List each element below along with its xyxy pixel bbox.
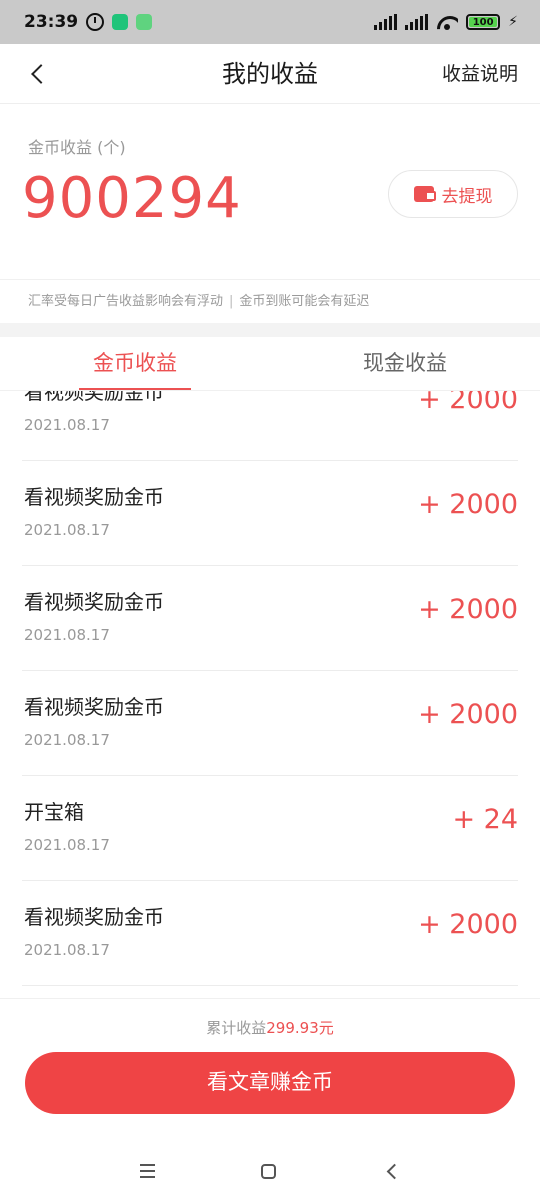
record-title: 看视频奖励金币: [24, 695, 164, 719]
chevron-left-icon: [31, 64, 51, 84]
earnings-list-content: 看视频奖励金币 2021.08.17 + 2000 看视频奖励金币 2021.0…: [0, 391, 540, 986]
record-title: 看视频奖励金币: [24, 905, 164, 929]
list-item: 看视频奖励金币 2021.08.17 + 2000: [22, 391, 518, 461]
record-title: 看视频奖励金币: [24, 391, 164, 404]
battery-icon: 100: [466, 14, 501, 30]
menu-icon[interactable]: [132, 1156, 162, 1186]
notice-left: 汇率受每日广告收益影响会有浮动: [28, 294, 224, 309]
notice-separator: |: [229, 294, 234, 309]
record-date: 2021.08.17: [24, 731, 110, 749]
status-left: 23:39: [24, 12, 153, 32]
list-item: 看视频奖励金币 2021.08.17 + 2000: [22, 566, 518, 671]
notice-right: 金币到账可能会有延迟: [239, 294, 370, 309]
status-time: 23:39: [24, 12, 79, 32]
record-title: 开宝箱: [24, 800, 84, 824]
status-bar: 23:39 100 ⚡: [0, 0, 540, 44]
list-item: 看视频奖励金币 2021.08.17 + 2000: [22, 671, 518, 776]
tab-cash-earnings[interactable]: 现金收益: [270, 337, 540, 390]
record-amount: + 2000: [418, 909, 518, 940]
footer: 累计收益299.93元 看文章赚金币: [0, 998, 540, 1138]
record-amount: + 24: [452, 804, 518, 835]
record-date: 2021.08.17: [24, 836, 110, 854]
list-item: 开宝箱 2021.08.17 + 24: [22, 776, 518, 881]
app-header: 我的收益 收益说明: [0, 44, 540, 104]
alarm-icon: [86, 13, 105, 31]
signal-hd-icon: [405, 14, 429, 30]
exchange-notice: 汇率受每日广告收益影响会有浮动 | 金币到账可能会有延迟: [0, 279, 540, 323]
coin-earnings-value: 900294: [22, 166, 242, 231]
withdraw-button[interactable]: 去提现: [388, 170, 518, 218]
status-right: 100 ⚡: [374, 14, 518, 30]
record-amount: + 2000: [418, 594, 518, 625]
list-item: 看视频奖励金币 2021.08.17 + 2000: [22, 461, 518, 566]
earnings-help-link[interactable]: 收益说明: [442, 44, 518, 104]
record-title: 看视频奖励金币: [24, 590, 164, 614]
record-date: 2021.08.17: [24, 626, 110, 644]
wifi-icon: [436, 14, 458, 30]
system-nav-bar: [0, 1138, 540, 1200]
earnings-summary: 金币收益 (个) 900294 去提现: [0, 104, 540, 279]
withdraw-label: 去提现: [441, 186, 493, 207]
record-amount: + 2000: [418, 391, 518, 415]
section-divider: [0, 323, 540, 337]
record-date: 2021.08.17: [24, 521, 110, 539]
back-icon[interactable]: [377, 1156, 407, 1186]
tab-coin-earnings[interactable]: 金币收益: [0, 337, 270, 390]
earnings-list[interactable]: 看视频奖励金币 2021.08.17 + 2000 看视频奖励金币 2021.0…: [0, 391, 540, 998]
record-title: 看视频奖励金币: [24, 485, 164, 509]
charging-icon: ⚡: [508, 14, 518, 30]
record-amount: + 2000: [418, 699, 518, 730]
wallet-icon: [413, 186, 436, 202]
record-amount: + 2000: [418, 489, 518, 520]
total-earnings: 累计收益299.93元: [0, 1017, 540, 1038]
signal-hd-icon: [374, 14, 398, 30]
coin-earnings-label: 金币收益 (个): [28, 138, 126, 157]
list-item: 看视频奖励金币 2021.08.17 + 2000: [22, 881, 518, 986]
battery-level: 100: [472, 16, 494, 28]
shield-app-icon: [112, 14, 129, 30]
record-date: 2021.08.17: [24, 416, 110, 434]
total-earnings-label: 累计收益: [206, 1019, 267, 1037]
back-button[interactable]: [20, 56, 56, 92]
record-date: 2021.08.17: [24, 941, 110, 959]
home-icon[interactable]: [253, 1156, 283, 1186]
tool-app-icon: [136, 14, 153, 30]
read-articles-earn-coins-button[interactable]: 看文章赚金币: [25, 1052, 515, 1114]
earnings-tabs: 金币收益 现金收益: [0, 337, 540, 391]
total-earnings-value: 299.93元: [266, 1019, 334, 1037]
